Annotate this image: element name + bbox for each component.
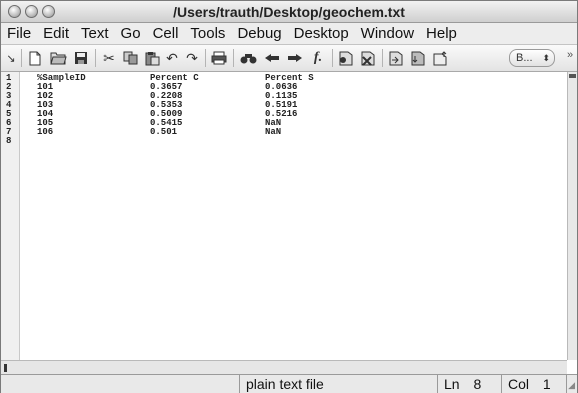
resize-grip-icon[interactable]: ◢ [568, 380, 575, 391]
toolbar-overflow-button[interactable]: » [567, 49, 573, 61]
window-title: /Users/trauth/Desktop/geochem.txt [173, 4, 405, 20]
sample-id-cell: 106 [37, 127, 54, 137]
toolbar: ↘ ✂ ↶ ↷ f. B... ⬍ » [1, 45, 577, 72]
title-bar[interactable]: /Users/trauth/Desktop/geochem.txt [1, 1, 577, 23]
menu-text[interactable]: Text [81, 25, 109, 42]
stepper-arrows-icon: ⬍ [542, 53, 550, 63]
file-type-indicator: plain text file [239, 375, 437, 393]
function-icon[interactable]: f. [310, 49, 326, 67]
horizontal-scroll-thumb[interactable] [4, 364, 7, 372]
find-icon[interactable] [239, 49, 257, 67]
back-icon[interactable] [263, 49, 281, 67]
step-in-icon[interactable] [410, 49, 426, 67]
line-label: Ln [444, 376, 460, 392]
open-file-icon[interactable] [49, 49, 67, 67]
toolbar-separator [21, 49, 22, 67]
vertical-scrollbar[interactable] [567, 72, 577, 360]
copy-icon[interactable] [122, 49, 138, 67]
toolbar-separator [233, 49, 234, 67]
column-label: Col [508, 376, 530, 392]
set-breakpoint-icon[interactable] [338, 49, 354, 67]
clear-breakpoints-icon[interactable] [360, 49, 376, 67]
percent-s-cell: NaN [265, 127, 282, 137]
menu-file[interactable]: File [7, 25, 31, 42]
menu-window[interactable]: Window [361, 25, 414, 42]
step-icon[interactable] [388, 49, 404, 67]
menu-edit[interactable]: Edit [43, 25, 69, 42]
redo-icon[interactable]: ↷ [185, 49, 199, 67]
status-bar: plain text file Ln 8 Col 1 ◢ [1, 374, 577, 393]
percent-c-cell: 0.501 [150, 127, 178, 137]
vertical-scroll-thumb[interactable] [569, 74, 576, 78]
line-number: 8 [6, 136, 12, 146]
line-indicator: Ln 8 [437, 375, 501, 393]
toolbar-separator [95, 49, 96, 67]
menu-tools[interactable]: Tools [190, 25, 225, 42]
column-value: 1 [542, 376, 551, 392]
expand-icon[interactable]: ↘ [5, 49, 17, 67]
toolbar-separator [205, 49, 206, 67]
save-icon[interactable] [73, 49, 89, 67]
toolbar-separator [332, 49, 333, 67]
menu-desktop[interactable]: Desktop [294, 25, 349, 42]
step-out-icon[interactable] [432, 49, 448, 67]
text-editor[interactable]: 1 %SampleID Percent C Percent S 2 101 0.3657 0.… [1, 72, 567, 360]
horizontal-scrollbar[interactable] [1, 360, 567, 374]
new-file-icon[interactable] [27, 49, 43, 67]
stack-select-value: B... [516, 52, 533, 64]
menu-help[interactable]: Help [426, 25, 457, 42]
line-value: 8 [473, 376, 482, 392]
cut-icon[interactable]: ✂ [101, 49, 117, 67]
editor-window: /Users/trauth/Desktop/geochem.txt File E… [0, 0, 578, 393]
undo-icon[interactable]: ↶ [165, 49, 179, 67]
column-indicator: Col 1 [501, 375, 567, 393]
menu-debug[interactable]: Debug [237, 25, 281, 42]
toolbar-separator [382, 49, 383, 67]
menu-bar: File Edit Text Go Cell Tools Debug Deskt… [1, 23, 577, 45]
forward-icon[interactable] [286, 49, 304, 67]
menu-go[interactable]: Go [121, 25, 141, 42]
menu-cell[interactable]: Cell [153, 25, 179, 42]
print-icon[interactable] [211, 49, 227, 67]
stack-select[interactable]: B... ⬍ [509, 49, 555, 67]
paste-icon[interactable] [144, 49, 160, 67]
